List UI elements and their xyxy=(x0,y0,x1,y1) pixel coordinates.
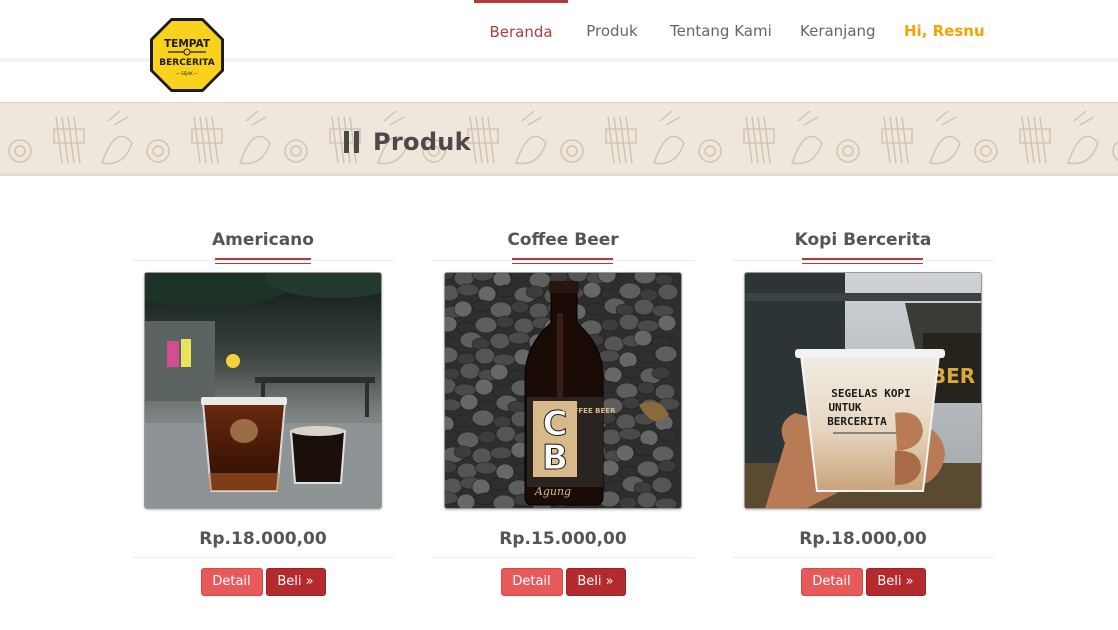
logo-line1: TEMPAT xyxy=(164,38,211,50)
cup-text-line2: UNTUK xyxy=(828,401,861,414)
iced-americano-photo[interactable] xyxy=(144,272,382,509)
price-divider xyxy=(732,557,994,558)
price-divider xyxy=(432,557,694,558)
buy-button[interactable]: Beli » xyxy=(565,568,626,596)
title-underline xyxy=(215,258,311,264)
nav-user-greeting[interactable]: Hi, Resnu xyxy=(904,0,985,62)
nav-keranjang[interactable]: Keranjang xyxy=(800,0,876,62)
bottle-side-text: COFFEE BEER xyxy=(563,407,617,415)
price-divider xyxy=(132,557,394,558)
logo-line2: BERCERITA xyxy=(159,58,214,68)
product-price: Rp.15.000,00 xyxy=(499,529,627,549)
buy-button[interactable]: Beli » xyxy=(865,568,926,596)
site-logo[interactable]: TEMPAT BERCERITA — SEJAK — xyxy=(148,16,226,94)
product-card-coffee-beer: Coffee Beer C B COFFEE BEER Agung Rp.15.… xyxy=(432,222,694,602)
detail-button[interactable]: Detail xyxy=(800,568,863,596)
product-card-americano: Americano Rp.18.000,00 Detail Beli » xyxy=(132,222,394,602)
product-actions: Detail Beli » xyxy=(132,568,394,596)
nav-tentang-kami[interactable]: Tentang Kami xyxy=(670,0,772,62)
product-actions: Detail Beli » xyxy=(732,568,994,596)
bottle-initial-b: B xyxy=(542,438,568,478)
banner-title: Produk xyxy=(344,125,471,159)
page-title: Produk xyxy=(373,128,471,156)
product-price: Rp.18.000,00 xyxy=(799,529,927,549)
product-price: Rp.18.000,00 xyxy=(199,529,327,549)
kopi-bercerita-cup-photo[interactable]: BER SEGELAS KOPI UNTUK BERCERITA xyxy=(744,272,982,509)
product-name[interactable]: Kopi Bercerita xyxy=(732,222,994,258)
cup-text-line3: BERCERITA xyxy=(827,415,887,428)
cup-text-line1: SEGELAS KOPI xyxy=(831,387,910,400)
title-underline xyxy=(512,258,613,264)
pause-icon xyxy=(344,131,359,153)
nav-beranda[interactable]: Beranda xyxy=(474,0,568,62)
product-name[interactable]: Coffee Beer xyxy=(432,222,694,258)
detail-button[interactable]: Detail xyxy=(500,568,563,596)
detail-button[interactable]: Detail xyxy=(200,568,263,596)
product-actions: Detail Beli » xyxy=(432,568,694,596)
page-banner: Produk xyxy=(0,102,1118,176)
title-underline xyxy=(802,258,923,264)
bottle-script-text: Agung xyxy=(534,485,571,498)
logo-small: — SEJAK — xyxy=(176,71,198,76)
nav-produk[interactable]: Produk xyxy=(582,0,642,62)
product-name[interactable]: Americano xyxy=(132,222,394,258)
banner-doodle-pattern xyxy=(8,110,1118,165)
buy-button[interactable]: Beli » xyxy=(265,568,326,596)
coffee-beer-bottle-photo[interactable]: C B COFFEE BEER Agung xyxy=(444,272,682,509)
product-card-kopi-bercerita: Kopi Bercerita BER SEGELAS KOPI UNTUK BE… xyxy=(732,222,994,602)
